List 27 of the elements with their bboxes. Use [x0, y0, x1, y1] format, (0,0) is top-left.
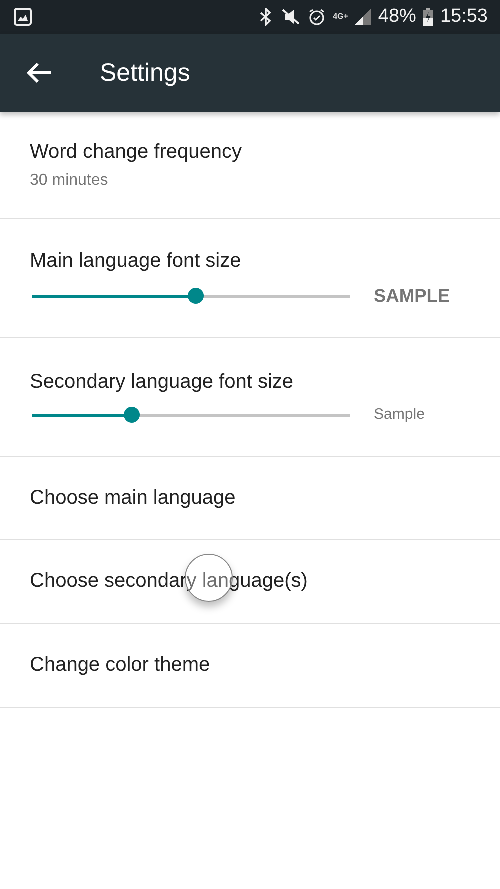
setting-title: Word change frequency [30, 140, 243, 164]
battery-percentage: 48% [378, 6, 416, 28]
slider-thumb[interactable] [124, 406, 140, 422]
setting-title: Change color theme [30, 654, 212, 677]
clock: 15:53 [440, 6, 488, 28]
sample-text: Sample [374, 406, 425, 423]
setting-title: Choose secondary language(s) [30, 570, 309, 593]
network-type: 4G+ [333, 13, 348, 21]
screen-title: Settings [100, 58, 190, 88]
alarm-icon [308, 8, 326, 26]
signal-icon [355, 9, 372, 25]
setting-summary: 30 minutes [30, 172, 110, 190]
setting-title: Secondary language font size [30, 371, 295, 394]
sample-text: SAMPLE [374, 284, 450, 306]
setting-item[interactable]: Choose main language [0, 457, 500, 540]
battery-charging-icon [423, 8, 434, 26]
setting-title: Main language font size [30, 250, 242, 272]
slider[interactable] [32, 406, 350, 422]
setting-item[interactable]: Word change frequency 30 minutes [0, 112, 500, 219]
image-icon [14, 8, 32, 26]
slider[interactable] [32, 288, 350, 304]
setting-item[interactable]: Choose secondary language(s) [0, 540, 500, 624]
slider-thumb[interactable] [188, 288, 204, 304]
back-arrow-icon[interactable] [26, 62, 52, 84]
bluetooth-icon [260, 8, 272, 26]
setting-title: Choose main language [30, 486, 237, 510]
setting-item[interactable]: Change color theme [0, 624, 500, 708]
